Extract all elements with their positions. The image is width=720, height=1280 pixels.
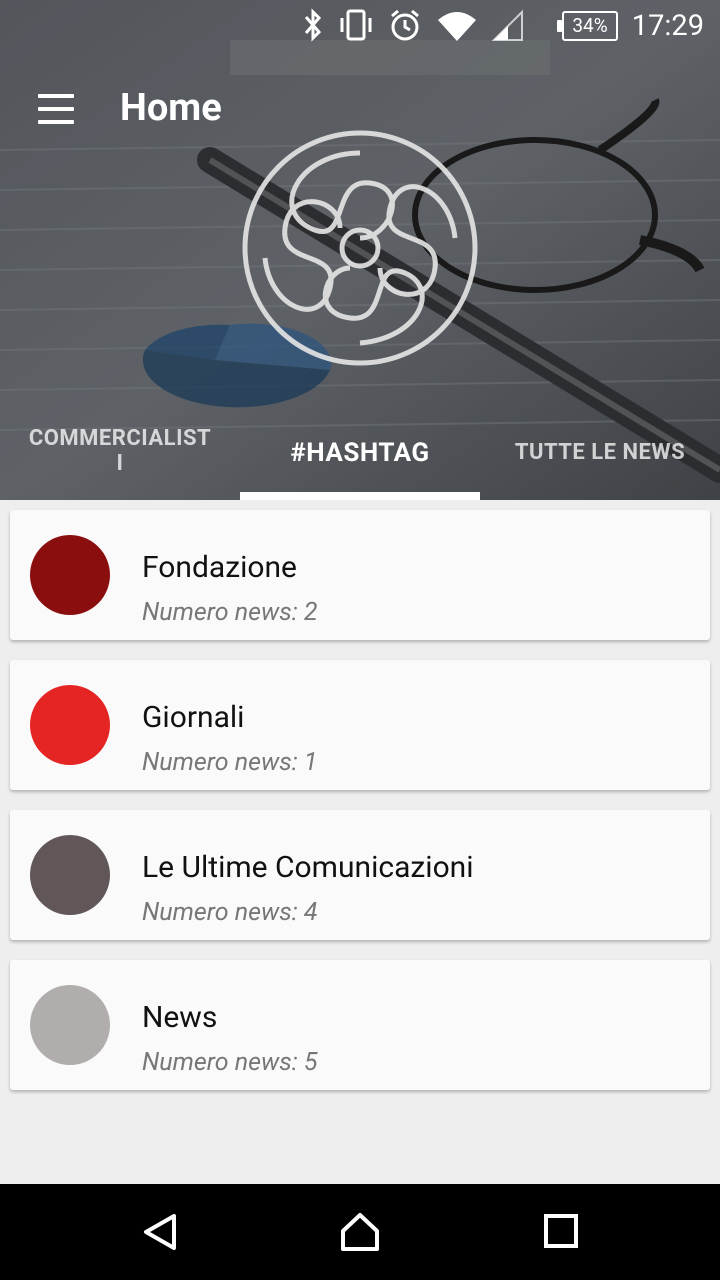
tab-indicator [240,492,480,500]
system-nav-bar [0,1184,720,1280]
item-subtitle: Numero news: 1 [142,748,318,777]
list-item[interactable]: News Numero news: 5 [10,960,710,1090]
color-dot [30,835,110,915]
list-item[interactable]: Giornali Numero news: 1 [10,660,710,790]
tab-label: TUTTE LE NEWS [514,440,686,465]
item-title: News [142,1000,218,1035]
back-icon[interactable] [140,1212,180,1252]
list-item[interactable]: Fondazione Numero news: 2 [10,510,710,640]
item-title: Le Ultime Comunicazioni [142,850,474,885]
page-title: Home [120,86,222,130]
color-dot [30,535,110,615]
home-icon[interactable] [340,1212,380,1252]
hamburger-menu-icon[interactable] [28,80,84,136]
tab-hashtag[interactable]: #HASHTAG [240,438,480,500]
item-subtitle: Numero news: 4 [142,898,318,927]
recents-icon[interactable] [542,1212,582,1252]
battery-indicator: 34% [557,11,618,41]
list-item[interactable]: Le Ultime Comunicazioni Numero news: 4 [10,810,710,940]
tab-bar: COMMERCIALIST I #HASHTAG TUTTE LE NEWS [0,410,720,500]
item-subtitle: Numero news: 2 [142,598,318,627]
item-title: Fondazione [142,550,297,585]
vibrate-icon [340,9,372,41]
tab-commercialisti[interactable]: COMMERCIALIST I [0,426,240,500]
tab-tutte-le-news[interactable]: TUTTE LE NEWS [480,440,720,500]
header: 34% 17:29 Home COMMERCIALIST I #HASHTAG [0,0,720,500]
tab-label: #HASHTAG [290,438,430,468]
status-bar: 34% 17:29 [0,0,720,50]
item-title: Giornali [142,700,245,735]
bluetooth-icon [304,8,322,42]
tab-label-wrap: I [116,451,124,476]
status-time: 17:29 [631,9,704,43]
alarm-icon [391,9,419,41]
item-subtitle: Numero news: 5 [142,1048,318,1077]
tab-label: COMMERCIALIST [28,426,212,451]
hashtag-list: Fondazione Numero news: 2 Giornali Numer… [10,510,710,1110]
app-logo-icon [242,130,478,366]
color-dot [30,685,110,765]
cell-signal-icon [492,9,523,41]
color-dot [30,985,110,1065]
wifi-icon [438,12,476,41]
